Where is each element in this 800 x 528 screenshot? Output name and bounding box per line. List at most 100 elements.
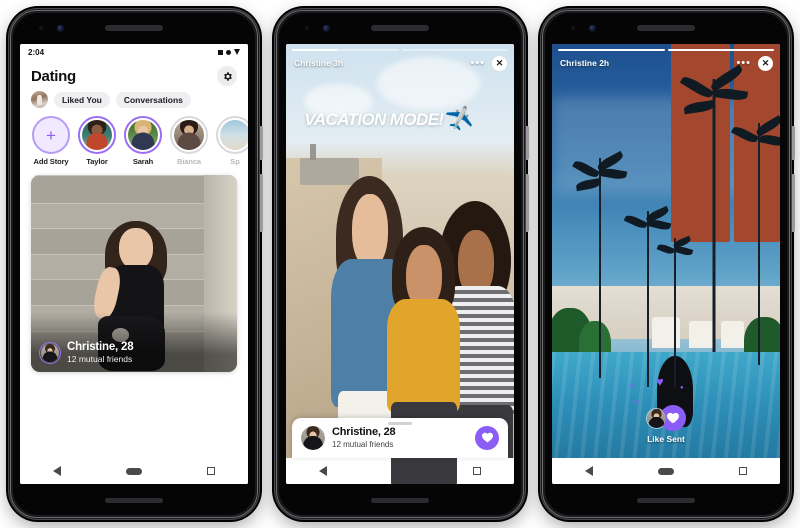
story-label: Taylor: [86, 157, 108, 166]
close-icon[interactable]: ✕: [492, 55, 507, 71]
story-sp[interactable]: Sp: [215, 116, 248, 166]
home-button[interactable]: [657, 467, 674, 475]
power-button[interactable]: [792, 126, 795, 160]
front-camera-icon: [57, 25, 64, 32]
earpiece-speaker: [637, 25, 695, 31]
battery-icon: [234, 49, 240, 55]
phone-story-beach: VACATION MODE! ✈️ Christine 3h ••• ✕ Chr…: [274, 8, 529, 520]
wifi-icon: [226, 49, 231, 55]
progress-segment: [401, 49, 508, 51]
story-taylor[interactable]: Taylor: [77, 116, 117, 166]
story-label: Sarah: [132, 157, 154, 166]
recents-button[interactable]: [207, 467, 216, 475]
floating-heart-icon: ●: [634, 399, 639, 407]
front-camera-icon: [589, 25, 596, 32]
earpiece-speaker: [105, 25, 163, 31]
more-dots-icon[interactable]: •••: [470, 57, 485, 69]
story-author: Christine 3h: [294, 58, 344, 68]
story-label: Bianca: [177, 157, 201, 166]
avatar: [82, 120, 112, 150]
settings-button[interactable]: [217, 66, 237, 86]
back-button[interactable]: [584, 466, 593, 476]
avatar: [128, 120, 158, 150]
story-header: Christine 2h ••• ✕: [560, 55, 773, 71]
front-sensor-icon: [305, 26, 309, 30]
front-sensor-icon: [571, 26, 575, 30]
volume-button[interactable]: [792, 174, 795, 232]
airplane-icon: ✈️: [444, 105, 476, 135]
page-title: Dating: [31, 67, 76, 85]
phone-3-screen: Christine 2h ••• ✕ ● ● ♥ ● Like Sent: [552, 44, 780, 484]
story-header: Christine 3h ••• ✕: [294, 55, 507, 71]
close-icon[interactable]: ✕: [758, 55, 773, 71]
profile-sheet[interactable]: Christine, 28 12 mutual friends: [292, 417, 508, 458]
story-actions: ••• ✕: [736, 55, 773, 71]
heart-icon: [481, 433, 493, 443]
story-progress: [558, 49, 774, 51]
bottom-speaker: [371, 498, 429, 503]
phone-2-bezel: VACATION MODE! ✈️ Christine 3h ••• ✕ Chr…: [279, 13, 521, 515]
back-button[interactable]: [318, 466, 327, 476]
story-viewer[interactable]: VACATION MODE! ✈️ Christine 3h ••• ✕ Chr…: [286, 44, 514, 484]
bottom-speaker: [105, 498, 163, 503]
avatar[interactable]: [39, 341, 61, 364]
volume-button[interactable]: [260, 174, 263, 232]
more-dots-icon[interactable]: •••: [736, 57, 751, 69]
progress-segment: [292, 49, 399, 51]
mutual-friends: 12 mutual friends: [332, 439, 394, 449]
profile-name: Christine, 28: [332, 425, 396, 438]
dating-home-body: Dating Liked You Conversations + Add Sto…: [20, 60, 248, 484]
story-progress: [292, 49, 508, 51]
floating-heart-icon: ●: [630, 383, 635, 391]
power-button[interactable]: [526, 126, 529, 160]
phone-story-pool: Christine 2h ••• ✕ ● ● ♥ ● Like Sent: [540, 8, 795, 520]
heart-icon: [666, 413, 680, 424]
story-viewer[interactable]: Christine 2h ••• ✕ ● ● ♥ ● Like Sent: [552, 44, 780, 484]
volume-button[interactable]: [526, 174, 529, 232]
filter-row: Liked You Conversations: [20, 88, 248, 108]
progress-segment: [558, 49, 665, 51]
phone-3-bezel: Christine 2h ••• ✕ ● ● ♥ ● Like Sent: [545, 13, 787, 515]
story-actions: ••• ✕: [470, 55, 507, 71]
profile-card[interactable]: Christine, 28 12 mutual friends: [31, 175, 237, 372]
android-nav-bar: [552, 458, 780, 484]
drag-handle[interactable]: [388, 421, 412, 425]
sticker-text: VACATION MODE!: [304, 110, 444, 129]
recents-button[interactable]: [473, 467, 482, 475]
earpiece-speaker: [371, 25, 429, 31]
front-sensor-icon: [39, 26, 43, 30]
app-header: Dating: [20, 60, 248, 88]
phone-dating-home: 2:04 Dating Liked You Conversations + Ad…: [8, 8, 263, 520]
avatar[interactable]: [301, 425, 325, 450]
home-button[interactable]: [125, 467, 142, 475]
phone-1-screen: 2:04 Dating Liked You Conversations + Ad…: [20, 44, 248, 484]
story-label: Sp: [230, 157, 240, 166]
profile-avatar[interactable]: [31, 91, 48, 108]
story-bianca[interactable]: Bianca: [169, 116, 209, 166]
story-author: Christine 2h: [560, 58, 610, 68]
filter-conversations[interactable]: Conversations: [115, 91, 191, 108]
filter-liked-you[interactable]: Liked You: [54, 91, 110, 108]
stories-tray[interactable]: + Add Story Taylor Sarah Bianca Sp: [20, 108, 248, 166]
floating-heart-icon: ●: [680, 385, 684, 392]
like-sent-row: [646, 405, 686, 432]
power-button[interactable]: [260, 126, 263, 160]
gear-icon: [223, 71, 232, 81]
avatar: [220, 120, 248, 150]
profile-name: Christine, 28: [67, 340, 134, 353]
like-button[interactable]: [475, 425, 499, 450]
story-add[interactable]: + Add Story: [31, 116, 71, 166]
story-sticker: VACATION MODE! ✈️: [304, 106, 475, 135]
story-label: Add Story: [33, 157, 69, 166]
story-sarah[interactable]: Sarah: [123, 116, 163, 166]
square-icon: [218, 49, 223, 55]
android-nav-bar: [20, 458, 248, 484]
back-button[interactable]: [52, 466, 61, 476]
like-sent-label: Like Sent: [647, 434, 685, 445]
screenshot-root: 2:04 Dating Liked You Conversations + Ad…: [0, 0, 800, 528]
recents-button[interactable]: [739, 467, 748, 475]
phone-1-bezel: 2:04 Dating Liked You Conversations + Ad…: [13, 13, 255, 515]
card-meta: Christine, 28 12 mutual friends: [39, 340, 134, 365]
phone-2-screen: VACATION MODE! ✈️ Christine 3h ••• ✕ Chr…: [286, 44, 514, 484]
plus-icon: +: [46, 125, 56, 145]
